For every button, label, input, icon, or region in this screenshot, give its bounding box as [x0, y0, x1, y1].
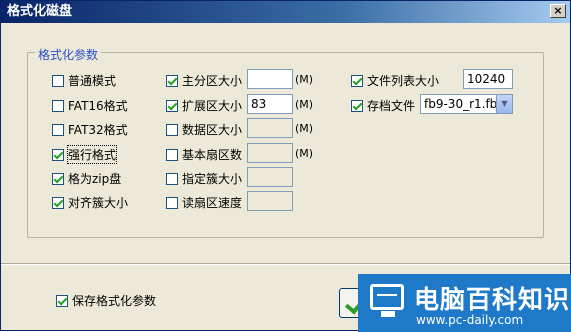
checkbox-label: 主分区大小 — [182, 74, 243, 88]
checkbox-icon — [166, 196, 178, 209]
close-button[interactable]: × — [550, 4, 566, 18]
checkbox-force-format[interactable]: 强行格式 — [52, 145, 118, 164]
checkbox-label: FAT32格式 — [68, 123, 128, 137]
checkbox-zip-disk[interactable]: 格为zip盘 — [52, 170, 121, 187]
checkbox-icon — [351, 74, 363, 87]
read-speed-input[interactable] — [247, 191, 293, 211]
checkbox-icon — [166, 74, 178, 87]
checkbox-label: 保存格式化参数 — [72, 294, 157, 308]
checkbox-label: 文件列表大小 — [367, 74, 440, 88]
checkbox-label: 扩展区大小 — [182, 99, 243, 113]
close-icon: × — [553, 4, 563, 17]
title-bar: 格式化磁盘 × — [1, 1, 570, 23]
checkbox-icon — [166, 123, 178, 136]
checkbox-read-speed[interactable]: 读扇区速度 — [166, 194, 242, 211]
unit-label: (M) — [295, 122, 314, 135]
checkbox-save-params[interactable]: 保存格式化参数 — [56, 292, 156, 309]
checkbox-icon — [166, 99, 178, 112]
checkbox-fat16[interactable]: FAT16格式 — [52, 97, 128, 114]
checkbox-file-list-size[interactable]: 文件列表大小 — [351, 72, 439, 89]
checkbox-icon — [56, 294, 68, 307]
checkbox-icon — [52, 148, 64, 161]
checkbox-label: 格为zip盘 — [68, 172, 122, 186]
archive-file-value: fb9-30_r1.fba — [424, 97, 505, 111]
checkbox-fat32[interactable]: FAT32格式 — [52, 121, 128, 138]
window-title: 格式化磁盘 — [7, 4, 73, 19]
checkbox-icon — [52, 196, 64, 209]
checkbox-archive-file[interactable]: 存档文件 — [351, 97, 415, 114]
checkbox-icon — [351, 99, 363, 112]
checkbox-icon — [166, 148, 178, 161]
checkbox-normal-mode[interactable]: 普通模式 — [52, 72, 116, 89]
checkbox-label: 基本扇区数 — [182, 148, 243, 162]
unit-label: (M) — [295, 147, 314, 160]
checkbox-icon — [52, 99, 64, 112]
format-disk-dialog: 格式化磁盘 × 格式化参数 普通模式 FAT16格式 FAT32格式 强行格式 … — [0, 0, 571, 332]
checkbox-label: 指定簇大小 — [182, 172, 243, 186]
group-title: 格式化参数 — [35, 46, 102, 63]
checkbox-label: 数据区大小 — [182, 123, 243, 137]
checkbox-label: 存档文件 — [367, 99, 416, 113]
unit-label: (M) — [295, 73, 314, 86]
checkbox-label: 普通模式 — [68, 74, 117, 88]
checkbox-icon — [52, 74, 64, 87]
monitor-stand-icon — [381, 311, 395, 317]
checkbox-primary-size[interactable]: 主分区大小 — [166, 72, 242, 89]
divider — [1, 263, 570, 265]
checkbox-data-size[interactable]: 数据区大小 — [166, 121, 242, 138]
checkbox-icon — [52, 172, 64, 185]
primary-size-input[interactable] — [247, 69, 293, 89]
checkbox-align-cluster[interactable]: 对齐簇大小 — [52, 194, 128, 211]
cluster-size-input[interactable] — [247, 167, 293, 187]
chevron-down-icon[interactable]: ▼ — [496, 95, 512, 113]
data-size-input[interactable] — [247, 118, 293, 138]
checkbox-cluster-size[interactable]: 指定簇大小 — [166, 170, 242, 187]
archive-file-select[interactable]: fb9-30_r1.fba ▼ — [420, 94, 513, 114]
checkbox-label: 读扇区速度 — [182, 196, 243, 210]
watermark-name: 电脑百科知识 — [414, 285, 571, 314]
checkbox-extended-size[interactable]: 扩展区大小 — [166, 97, 242, 114]
extended-size-input[interactable]: 83 — [247, 94, 293, 114]
checkbox-base-sectors[interactable]: 基本扇区数 — [166, 146, 242, 163]
checkbox-label: 强行格式 — [66, 145, 118, 164]
monitor-icon — [370, 284, 404, 310]
watermark-url: www.pc-daily.com — [416, 313, 524, 327]
file-list-size-input[interactable]: 10240 — [463, 69, 513, 89]
checkbox-icon — [52, 123, 64, 136]
watermark-logo: 电脑百科知识 www.pc-daily.com — [358, 274, 571, 332]
checkbox-label: FAT16格式 — [68, 99, 128, 113]
checkbox-label: 对齐簇大小 — [68, 196, 129, 210]
checkbox-icon — [166, 172, 178, 185]
base-sectors-input[interactable] — [247, 143, 293, 163]
unit-label: (M) — [295, 98, 314, 111]
